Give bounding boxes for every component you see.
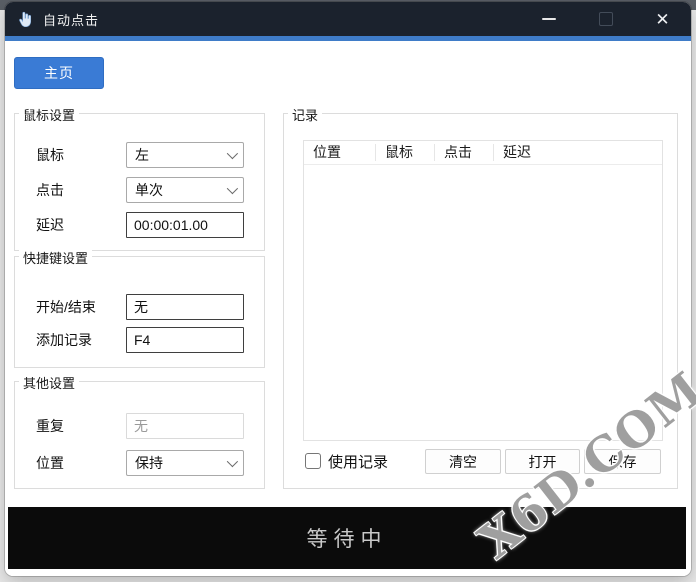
app-window: 自动点击 ✕ 主页 鼠标设置 鼠标 左 点击 单次 <box>5 2 691 576</box>
maximize-icon <box>599 12 613 26</box>
group-hotkey-settings-title: 快捷键设置 <box>19 248 92 267</box>
group-other-settings-title: 其他设置 <box>19 373 79 392</box>
close-icon: ✕ <box>655 11 669 28</box>
click-label: 点击 <box>36 177 64 203</box>
records-table[interactable]: 位置 鼠标 点击 延迟 <box>303 140 663 441</box>
delay-input[interactable] <box>126 212 244 238</box>
position-select-value: 保持 <box>135 453 163 473</box>
column-header-click[interactable]: 点击 <box>435 144 494 161</box>
main-content: 主页 鼠标设置 鼠标 左 点击 单次 延迟 快捷键设置 开始/结束 添加记录 <box>5 41 691 576</box>
column-header-delay[interactable]: 延迟 <box>494 144 662 161</box>
mouse-select-value: 左 <box>135 145 149 165</box>
click-select-value: 单次 <box>135 180 163 200</box>
column-header-position[interactable]: 位置 <box>304 144 376 161</box>
group-hotkey-settings: 快捷键设置 开始/结束 添加记录 <box>14 256 265 368</box>
chevron-down-icon <box>227 183 238 194</box>
chevron-down-icon <box>227 456 238 467</box>
minimize-button[interactable] <box>520 2 577 36</box>
records-table-body[interactable] <box>304 165 662 441</box>
addrecord-hotkey-input[interactable] <box>126 327 244 353</box>
group-mouse-settings-title: 鼠标设置 <box>19 105 79 124</box>
startstop-hotkey-input[interactable] <box>126 294 244 320</box>
group-other-settings: 其他设置 重复 位置 保持 <box>14 381 265 489</box>
status-bar: 等待中 <box>8 507 686 569</box>
save-button[interactable]: 保存 <box>584 449 661 474</box>
position-label: 位置 <box>36 450 64 476</box>
group-records-title: 记录 <box>288 105 322 124</box>
window-controls: ✕ <box>520 2 691 36</box>
position-select[interactable]: 保持 <box>126 450 244 476</box>
status-text: 等待中 <box>307 523 388 553</box>
hand-pointer-icon <box>15 10 34 29</box>
repeat-input <box>126 413 244 439</box>
repeat-label: 重复 <box>36 413 64 439</box>
use-records-checkbox[interactable] <box>305 453 321 469</box>
click-select[interactable]: 单次 <box>126 177 244 203</box>
addrecord-label: 添加记录 <box>36 327 92 353</box>
maximize-button[interactable] <box>577 2 634 36</box>
close-button[interactable]: ✕ <box>634 2 691 36</box>
chevron-down-icon <box>227 148 238 159</box>
delay-label: 延迟 <box>36 212 64 238</box>
group-records: 记录 位置 鼠标 点击 延迟 使用记录 清空 打开 保存 <box>283 113 678 489</box>
column-header-mouse[interactable]: 鼠标 <box>376 144 435 161</box>
startstop-label: 开始/结束 <box>36 294 96 320</box>
mouse-select[interactable]: 左 <box>126 142 244 168</box>
group-mouse-settings: 鼠标设置 鼠标 左 点击 单次 延迟 <box>14 113 265 251</box>
clear-button[interactable]: 清空 <box>425 449 501 474</box>
records-table-header: 位置 鼠标 点击 延迟 <box>304 141 662 165</box>
titlebar[interactable]: 自动点击 ✕ <box>5 2 691 36</box>
home-button[interactable]: 主页 <box>14 57 104 89</box>
use-records-label: 使用记录 <box>328 451 388 472</box>
window-title: 自动点击 <box>43 10 99 29</box>
mouse-label: 鼠标 <box>36 142 64 168</box>
minimize-icon <box>542 18 556 20</box>
open-button[interactable]: 打开 <box>505 449 580 474</box>
